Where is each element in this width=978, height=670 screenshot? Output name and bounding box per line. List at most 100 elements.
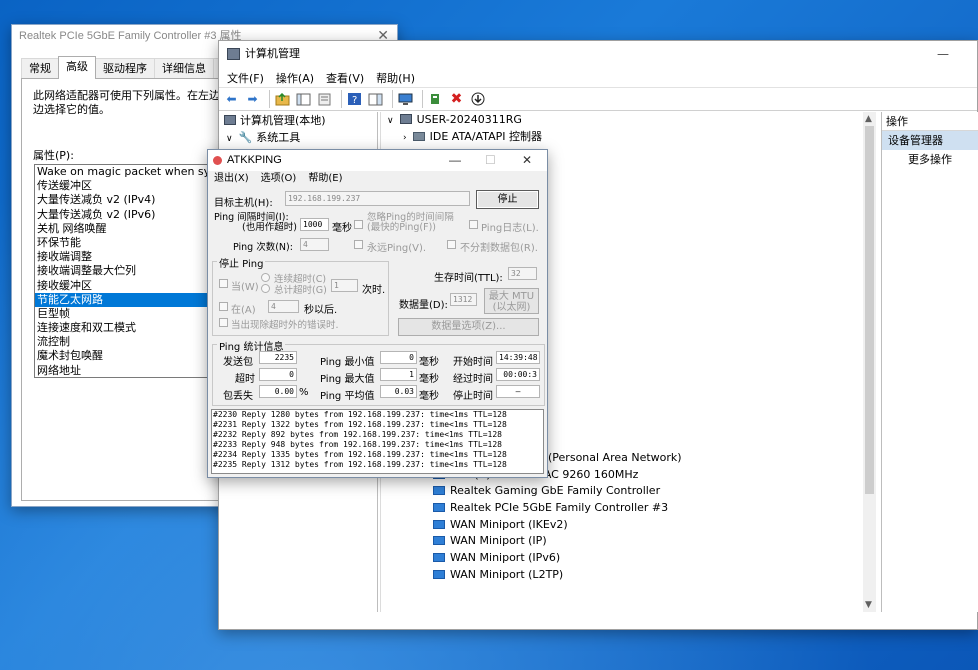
list-item[interactable]: WAN Miniport (IKEv2) (381, 517, 863, 534)
show-tree-icon[interactable] (295, 91, 312, 108)
list-item[interactable]: Wake on magic packet when syst (35, 165, 221, 179)
network-adapter-icon (433, 486, 445, 496)
max-label: Ping 最大值 (320, 374, 375, 385)
menu-action[interactable]: 操作(A) (276, 67, 322, 87)
data-size-input[interactable]: 1312 (450, 293, 477, 306)
tab-details[interactable]: 详细信息 (154, 58, 214, 79)
back-arrow-icon[interactable]: ⬅ (223, 91, 240, 108)
forward-arrow-icon[interactable]: ➡ (244, 91, 261, 108)
loss-unit: % (299, 387, 309, 398)
ping-log-checkbox[interactable] (469, 220, 478, 229)
list-item[interactable]: 传送缓冲区 (35, 179, 221, 193)
list-item[interactable]: Realtek PCIe 5GbE Family Controller #3 (381, 500, 863, 517)
list-item[interactable]: 接收端调整最大伫列 (35, 264, 221, 278)
list-item[interactable]: 环保节能 (35, 236, 221, 250)
help-icon[interactable]: ? (346, 91, 363, 108)
menu-help[interactable]: 帮助(H) (376, 67, 423, 87)
max-mtu-line: (以太网) (492, 302, 531, 313)
ignore-interval-checkbox[interactable] (354, 220, 363, 229)
stop-button[interactable]: 停止 (476, 190, 539, 209)
tree-root[interactable]: 计算机管理(本地) (220, 112, 377, 129)
menu-exit[interactable]: 退出(X) (214, 171, 249, 187)
no-fragment-checkbox[interactable] (447, 240, 456, 249)
list-item[interactable]: 大量传送减负 v2 (IPv4) (35, 193, 221, 207)
max-unit: 毫秒 (419, 374, 439, 385)
menu-file[interactable]: 文件(F) (227, 67, 272, 87)
list-item[interactable]: 关机 网络唤醒 (35, 222, 221, 236)
maximize-icon[interactable]: ☐ (485, 150, 496, 171)
chevron-down-icon[interactable]: ▼ (865, 600, 872, 610)
when-checkbox[interactable] (219, 279, 228, 288)
minimize-icon[interactable]: — (937, 41, 949, 67)
tab-driver[interactable]: 驱动程序 (95, 58, 155, 79)
no-fragment-label: 不分割数据包(R). (460, 243, 538, 254)
menu-options[interactable]: 选项(O) (261, 171, 297, 187)
list-item[interactable]: 大量传送减负 v2 (IPv6) (35, 208, 221, 222)
up-folder-icon[interactable] (274, 91, 291, 108)
list-item[interactable]: WAN Miniport (IPv6) (381, 550, 863, 567)
computer-node[interactable]: ∨ USER-20240311RG (381, 112, 876, 129)
monitor-icon[interactable] (397, 91, 414, 108)
list-item[interactable]: 连接速度和双工模式 (35, 321, 221, 335)
timeout-label: 超时 (235, 374, 255, 385)
ping-log-output[interactable]: #2230 Reply 1280 bytes from 192.168.199.… (211, 409, 544, 474)
toolbar-separator (422, 90, 423, 108)
max-mtu-button[interactable]: 最大 MTU (以太网) (484, 288, 539, 314)
tree-item-system-tools[interactable]: ∨ 🔧 系统工具 (220, 129, 377, 146)
avg-unit: 毫秒 (419, 391, 439, 402)
enable-device-icon[interactable] (469, 91, 486, 108)
uninstall-x-icon[interactable]: ✖ (448, 91, 465, 108)
menu-help[interactable]: 帮助(E) (308, 171, 342, 187)
list-item[interactable]: 魔术封包唤醒 (35, 349, 221, 363)
more-actions-link[interactable]: 更多操作 (882, 150, 978, 170)
chevron-down-icon[interactable]: ∨ (226, 134, 233, 144)
list-item[interactable]: 网络地址 (35, 364, 221, 377)
data-size-label: 数据量(D): (399, 300, 448, 311)
total-timeout-radio[interactable] (261, 284, 270, 293)
menu-view[interactable]: 查看(V) (326, 67, 372, 87)
properties-sheet-icon[interactable] (316, 91, 333, 108)
chevron-right-icon[interactable]: › (403, 133, 407, 143)
list-item-selected[interactable]: 节能乙太网路 (35, 292, 221, 307)
target-host-input[interactable]: 192.168.199.237 (285, 191, 470, 206)
on-error-checkbox[interactable] (219, 318, 228, 327)
count-label: Ping 次数(N): (233, 242, 293, 253)
list-item[interactable]: 流控制 (35, 335, 221, 349)
svg-text:?: ? (352, 95, 357, 106)
interval-input[interactable]: 1000 (300, 218, 329, 231)
list-item[interactable]: 接收缓冲区 (35, 279, 221, 293)
timeout-count-input[interactable]: 1 (331, 279, 358, 292)
ttl-label: 生存时间(TTL): (434, 273, 503, 284)
device-tree-scrollbar[interactable]: ▲ ▼ (863, 112, 876, 612)
at-checkbox[interactable] (219, 302, 228, 311)
ttl-input[interactable]: 32 (508, 267, 537, 280)
close-icon[interactable]: ✕ (522, 150, 532, 171)
minimize-icon[interactable]: — (449, 150, 461, 171)
update-driver-icon[interactable] (427, 91, 444, 108)
chevron-down-icon[interactable]: ∨ (387, 116, 394, 126)
after-seconds-input[interactable]: 4 (268, 300, 299, 313)
ide-controller-icon (412, 131, 425, 141)
chevron-up-icon[interactable]: ▲ (865, 114, 872, 124)
list-item[interactable]: WAN Miniport (L2TP) (381, 567, 863, 584)
app-icon (213, 156, 222, 165)
tools-icon: 🔧 (238, 131, 253, 144)
property-list[interactable]: Wake on magic packet when syst 传送缓冲区 大量传… (34, 164, 222, 378)
tab-general[interactable]: 常规 (21, 58, 59, 79)
consecutive-timeout-radio[interactable] (261, 273, 270, 282)
timeout-value: 0 (259, 368, 297, 381)
list-item[interactable]: Realtek Gaming GbE Family Controller (381, 483, 863, 500)
list-item[interactable]: 接收端调整 (35, 250, 221, 264)
category-ide[interactable]: › IDE ATA/ATAPI 控制器 (381, 129, 876, 146)
data-options-button[interactable]: 数据量选项(Z)... (398, 318, 539, 336)
network-adapter-icon (433, 569, 445, 579)
show-action-pane-icon[interactable] (367, 91, 384, 108)
forever-ping-checkbox[interactable] (354, 240, 363, 249)
tab-advanced[interactable]: 高级 (58, 56, 96, 79)
list-item[interactable]: WAN Miniport (IP) (381, 533, 863, 550)
count-input[interactable]: 4 (300, 238, 329, 251)
avg-label: Ping 平均值 (320, 391, 375, 402)
scrollbar-thumb[interactable] (865, 126, 874, 494)
actions-section-device-manager[interactable]: 设备管理器 (882, 131, 978, 150)
list-item[interactable]: 巨型帧 (35, 307, 221, 321)
